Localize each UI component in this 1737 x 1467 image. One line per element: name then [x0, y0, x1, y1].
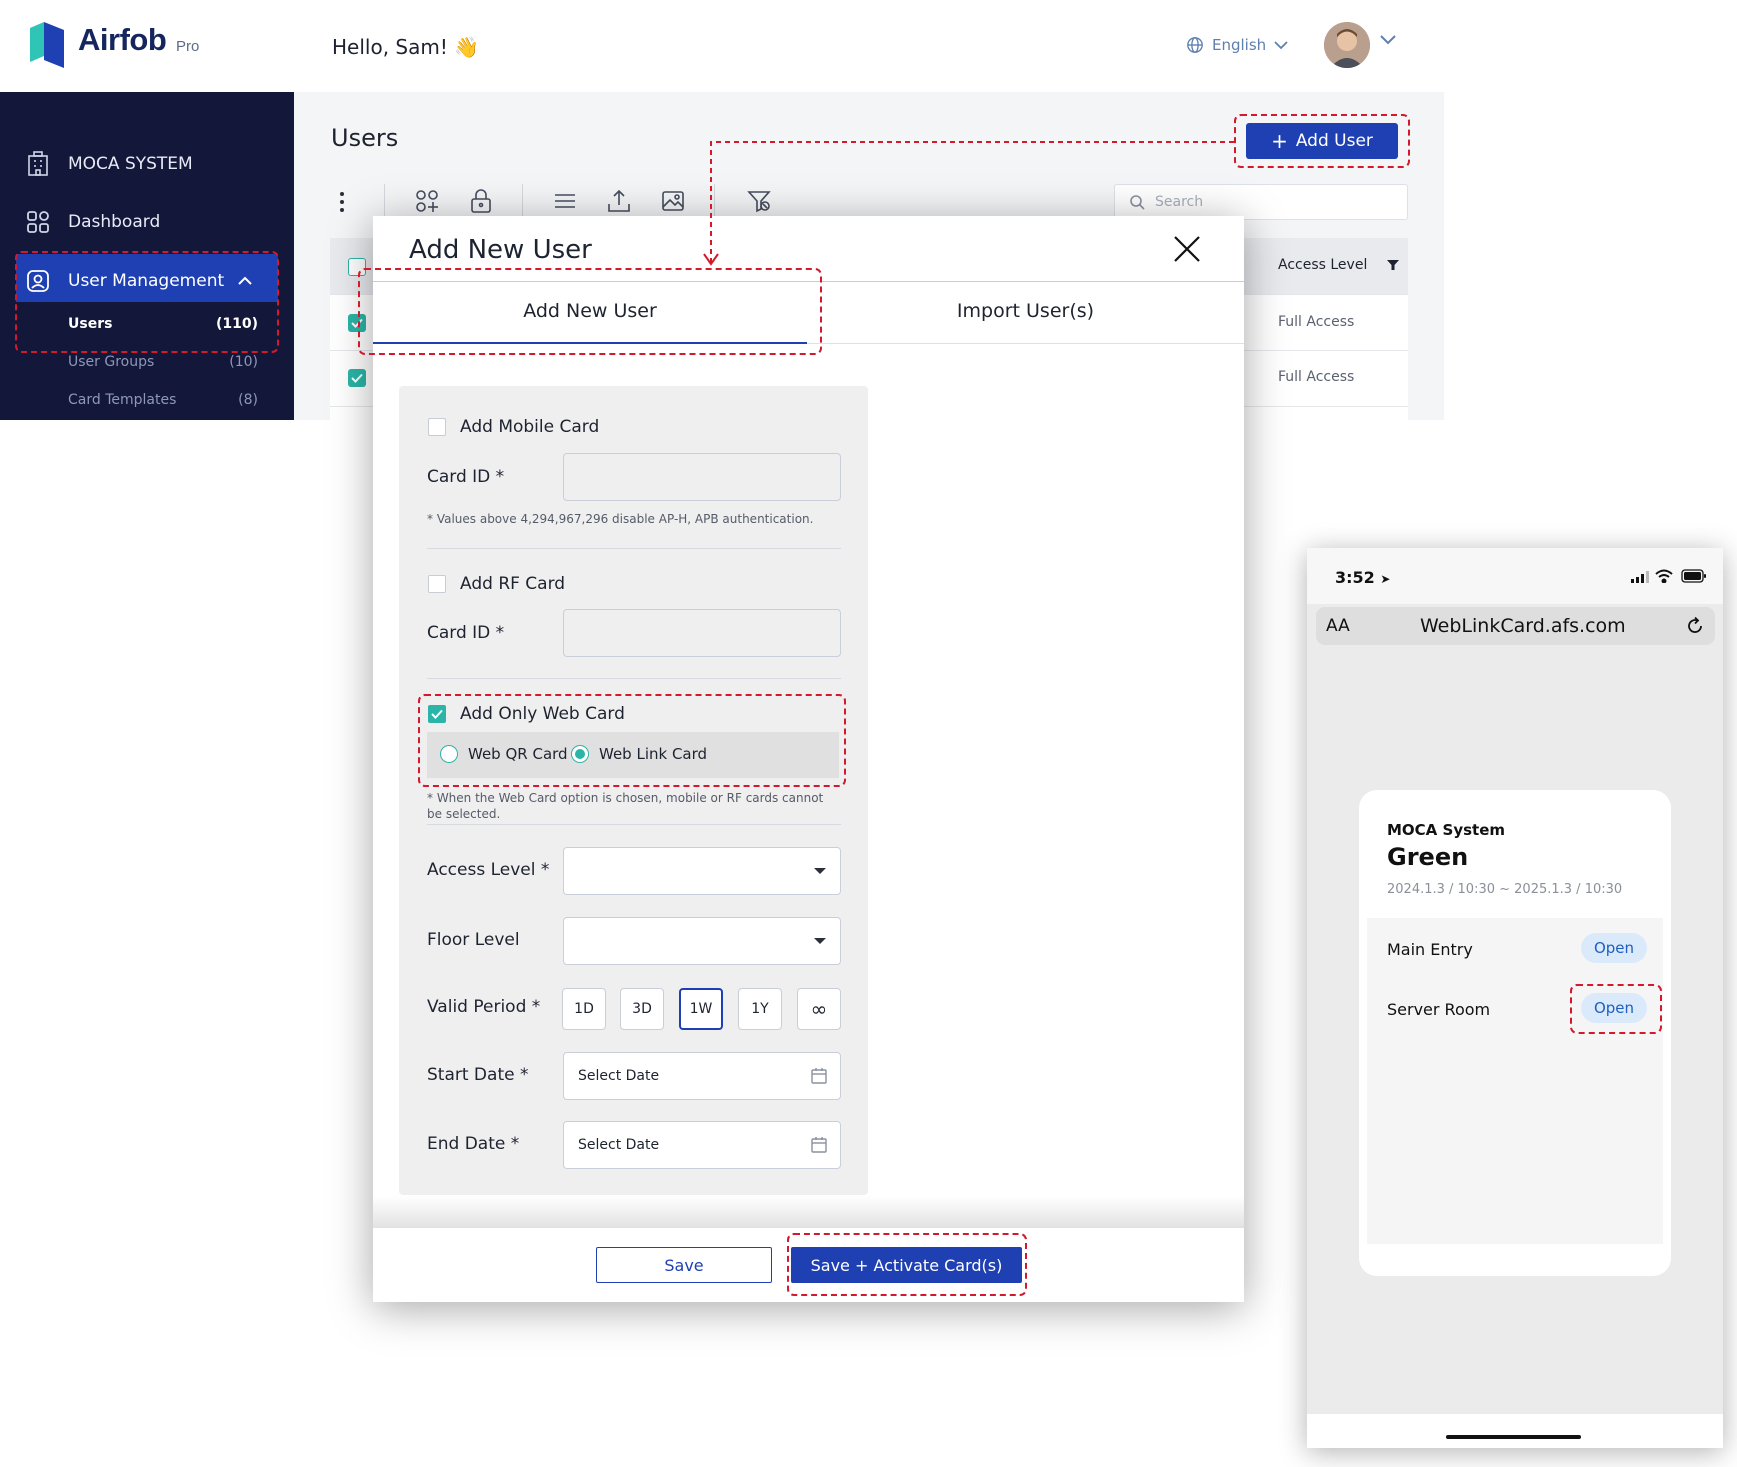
annotation-highlight	[358, 268, 822, 355]
sidebar-item-user-groups[interactable]: User Groups (10)	[68, 354, 258, 370]
phone-time: 3:52 ➤	[1335, 568, 1390, 587]
end-date-input[interactable]: Select Date	[563, 1121, 841, 1169]
toolbar-divider	[384, 184, 385, 218]
upload-icon[interactable]	[606, 188, 632, 214]
phone-home-area	[1307, 1414, 1723, 1448]
save-button[interactable]: Save	[596, 1247, 772, 1283]
card-valid-period: 2024.1.3 / 10:30 ~ 2025.1.3 / 10:30	[1387, 882, 1623, 897]
text-size-button[interactable]: AA	[1326, 616, 1350, 636]
door-name: Main Entry	[1387, 940, 1473, 959]
sidebar-item-dashboard[interactable]: Dashboard	[26, 206, 160, 238]
building-icon	[28, 151, 48, 176]
card-system-name: MOCA System	[1387, 821, 1506, 839]
image-icon[interactable]	[660, 188, 686, 214]
list-icon[interactable]	[552, 188, 578, 214]
language-selector[interactable]: English	[1186, 32, 1288, 58]
annotation-highlight	[15, 251, 279, 353]
rf-card-id-field[interactable]	[563, 609, 841, 657]
modal-footer-divider	[373, 1196, 1244, 1228]
globe-icon	[1187, 37, 1203, 53]
table-cell: Full Access	[1278, 314, 1355, 330]
dashboard-icon	[27, 211, 49, 233]
mobile-card-label: Add Mobile Card	[460, 417, 600, 437]
rf-card-label: Add RF Card	[460, 574, 566, 594]
table-cell: Full Access	[1278, 369, 1355, 385]
sidebar-item-label: Dashboard	[68, 212, 161, 232]
door-name: Server Room	[1387, 1000, 1491, 1019]
sidebar-item-card-templates[interactable]: Card Templates (8)	[68, 392, 258, 408]
period-3d-button[interactable]: 3D	[620, 988, 664, 1030]
column-label: Access Level	[1278, 257, 1368, 273]
brand-name: Airfob	[78, 22, 167, 57]
modal-title: Add New User	[409, 235, 592, 265]
sub-count: (10)	[229, 354, 258, 370]
calendar-icon[interactable]	[810, 1067, 828, 1085]
caret-down-icon	[814, 868, 826, 874]
tab-import-users[interactable]: Import User(s)	[807, 300, 1244, 322]
mobile-card-id-field[interactable]	[563, 453, 841, 501]
more-vertical-icon[interactable]	[336, 190, 348, 214]
period-1d-button[interactable]: 1D	[562, 988, 606, 1030]
wifi-icon	[1655, 569, 1673, 583]
language-label: English	[1212, 36, 1267, 54]
sidebar-item-moca-system[interactable]: MOCA SYSTEM	[26, 148, 193, 180]
access-level-select[interactable]	[563, 847, 841, 895]
card-id-label: Card ID *	[427, 467, 505, 487]
mobile-card-checkbox[interactable]	[428, 418, 446, 436]
form-divider	[427, 548, 841, 549]
filter-icon[interactable]	[1387, 259, 1400, 271]
greeting: Hello, Sam! 👋	[332, 35, 480, 59]
date-placeholder: Select Date	[578, 1068, 660, 1084]
card-id-note: * Values above 4,294,967,296 disable AP-…	[427, 512, 814, 526]
chevron-down-icon	[1274, 41, 1288, 50]
date-placeholder: Select Date	[578, 1137, 660, 1153]
brand-tier: Pro	[176, 38, 200, 55]
form-divider	[427, 678, 841, 679]
page-title: Users	[331, 124, 399, 152]
annotation-highlight	[418, 694, 846, 787]
lock-icon[interactable]	[468, 188, 494, 214]
annotation-highlight	[1570, 984, 1662, 1034]
form-divider	[427, 824, 841, 825]
sidebar-item-label: MOCA SYSTEM	[68, 154, 193, 174]
card-user-name: Green	[1387, 843, 1469, 871]
period-1w-button[interactable]: 1W	[679, 988, 723, 1030]
location-icon: ➤	[1380, 572, 1391, 586]
caret-down-icon	[814, 938, 826, 944]
sub-label: Card Templates	[68, 392, 177, 408]
toolbar-divider	[522, 184, 523, 218]
reload-icon[interactable]	[1685, 616, 1705, 636]
period-unlimited-button[interactable]: ∞	[797, 988, 841, 1030]
avatar[interactable]	[1324, 22, 1370, 68]
chevron-down-icon[interactable]	[1380, 34, 1396, 46]
period-1y-button[interactable]: 1Y	[738, 988, 782, 1030]
floor-level-select[interactable]	[563, 917, 841, 965]
valid-period-label: Valid Period *	[427, 997, 541, 1017]
signal-icon	[1631, 571, 1649, 583]
phone-url[interactable]: WebLinkCard.afs.com	[1420, 615, 1626, 637]
annotation-highlight	[1234, 114, 1410, 168]
web-card-note: * When the Web Card option is chosen, mo…	[427, 791, 824, 821]
access-level-label: Access Level *	[427, 860, 550, 880]
column-access-level[interactable]: Access Level	[1278, 257, 1400, 273]
door-list	[1367, 918, 1663, 1244]
card-id-label: Card ID *	[427, 623, 505, 643]
start-date-input[interactable]: Select Date	[563, 1052, 841, 1100]
annotation-highlight	[787, 1233, 1027, 1296]
home-indicator[interactable]	[1446, 1435, 1581, 1439]
row-checkbox[interactable]	[348, 369, 366, 387]
phone-time-text: 3:52	[1335, 568, 1375, 587]
rf-card-checkbox[interactable]	[428, 575, 446, 593]
add-group-icon[interactable]	[414, 188, 440, 214]
floor-level-label: Floor Level	[427, 930, 520, 950]
annotation-arrow	[703, 141, 1234, 266]
open-door-button[interactable]: Open	[1581, 933, 1647, 963]
battery-icon	[1681, 569, 1706, 583]
sub-count: (8)	[238, 392, 258, 408]
calendar-icon[interactable]	[810, 1136, 828, 1154]
start-date-label: Start Date *	[427, 1065, 529, 1085]
end-date-label: End Date *	[427, 1134, 520, 1154]
sub-label: User Groups	[68, 354, 155, 370]
